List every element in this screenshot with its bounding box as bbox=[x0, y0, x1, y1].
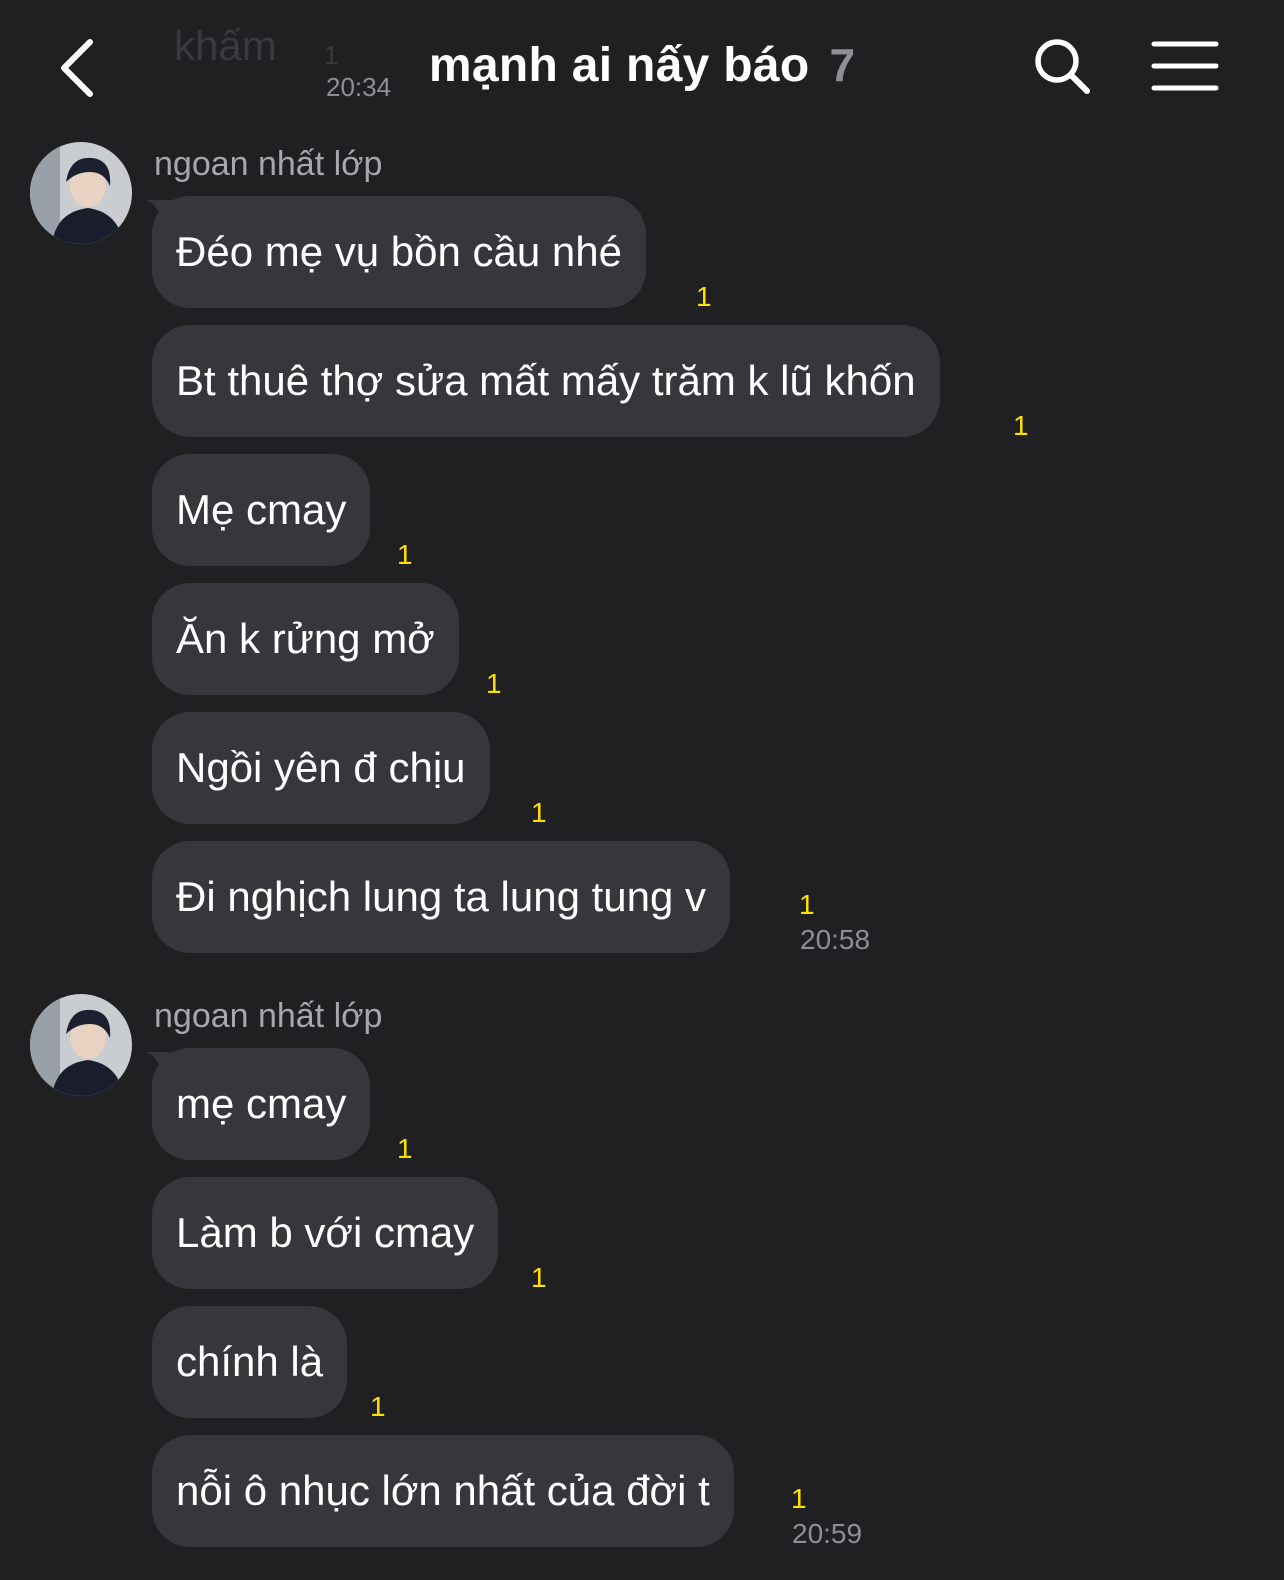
unread-count: 1 bbox=[791, 1483, 807, 1514]
chat-header: khấm 1 20:34 mạnh ai nấy báo 7 bbox=[0, 0, 1284, 130]
chat-title: mạnh ai nấy báo bbox=[428, 39, 810, 92]
search-icon bbox=[1035, 39, 1090, 94]
user-avatar-icon bbox=[30, 142, 132, 244]
unread-count: 1 bbox=[531, 797, 547, 828]
message-bubble[interactable]: Làm b với cmay bbox=[152, 1177, 499, 1289]
unread-count: 1 bbox=[370, 1391, 386, 1422]
message-bubble[interactable]: mẹ cmay bbox=[152, 1048, 371, 1160]
message-bubble[interactable]: Ngồi yên đ chịu bbox=[152, 712, 490, 824]
message-bubble[interactable]: Đéo mẹ vụ bồn cầu nhé bbox=[152, 196, 646, 308]
message-bubble[interactable]: chính là bbox=[152, 1306, 348, 1418]
sender-name: ngoan nhất lớp bbox=[154, 997, 383, 1035]
search-button[interactable] bbox=[1030, 34, 1094, 98]
message-bubble[interactable]: Ăn k rửng mở bbox=[152, 583, 459, 695]
unread-count: 1 bbox=[531, 1262, 547, 1293]
unread-count: 1 bbox=[486, 668, 502, 699]
unread-count: 1 bbox=[397, 1133, 413, 1164]
user-avatar-icon bbox=[30, 994, 132, 1096]
message-timestamp: 20:59 bbox=[792, 1518, 863, 1549]
hamburger-menu-icon bbox=[1151, 41, 1219, 91]
message-timestamp: 20:58 bbox=[800, 924, 871, 955]
unread-count: 1 bbox=[1013, 410, 1029, 441]
sender-name: ngoan nhất lớp bbox=[154, 145, 383, 183]
message-bubble[interactable]: Mẹ cmay bbox=[152, 454, 371, 566]
message-bubble[interactable]: nỗi ô nhục lớn nhất của đời t bbox=[152, 1435, 734, 1547]
unread-count: 1 bbox=[397, 539, 413, 570]
sender-avatar[interactable] bbox=[30, 142, 132, 244]
message-bubble[interactable]: Đi nghịch lung ta lung tung v bbox=[152, 841, 731, 953]
unread-count: 1 bbox=[696, 281, 712, 312]
menu-button[interactable] bbox=[1150, 40, 1220, 92]
message-bubble[interactable]: Bt thuê thợ sửa mất mấy trăm k lũ khốn bbox=[152, 325, 940, 437]
unread-count: 1 bbox=[799, 889, 815, 920]
sender-avatar[interactable] bbox=[30, 994, 132, 1096]
member-count: 7 bbox=[829, 39, 856, 91]
